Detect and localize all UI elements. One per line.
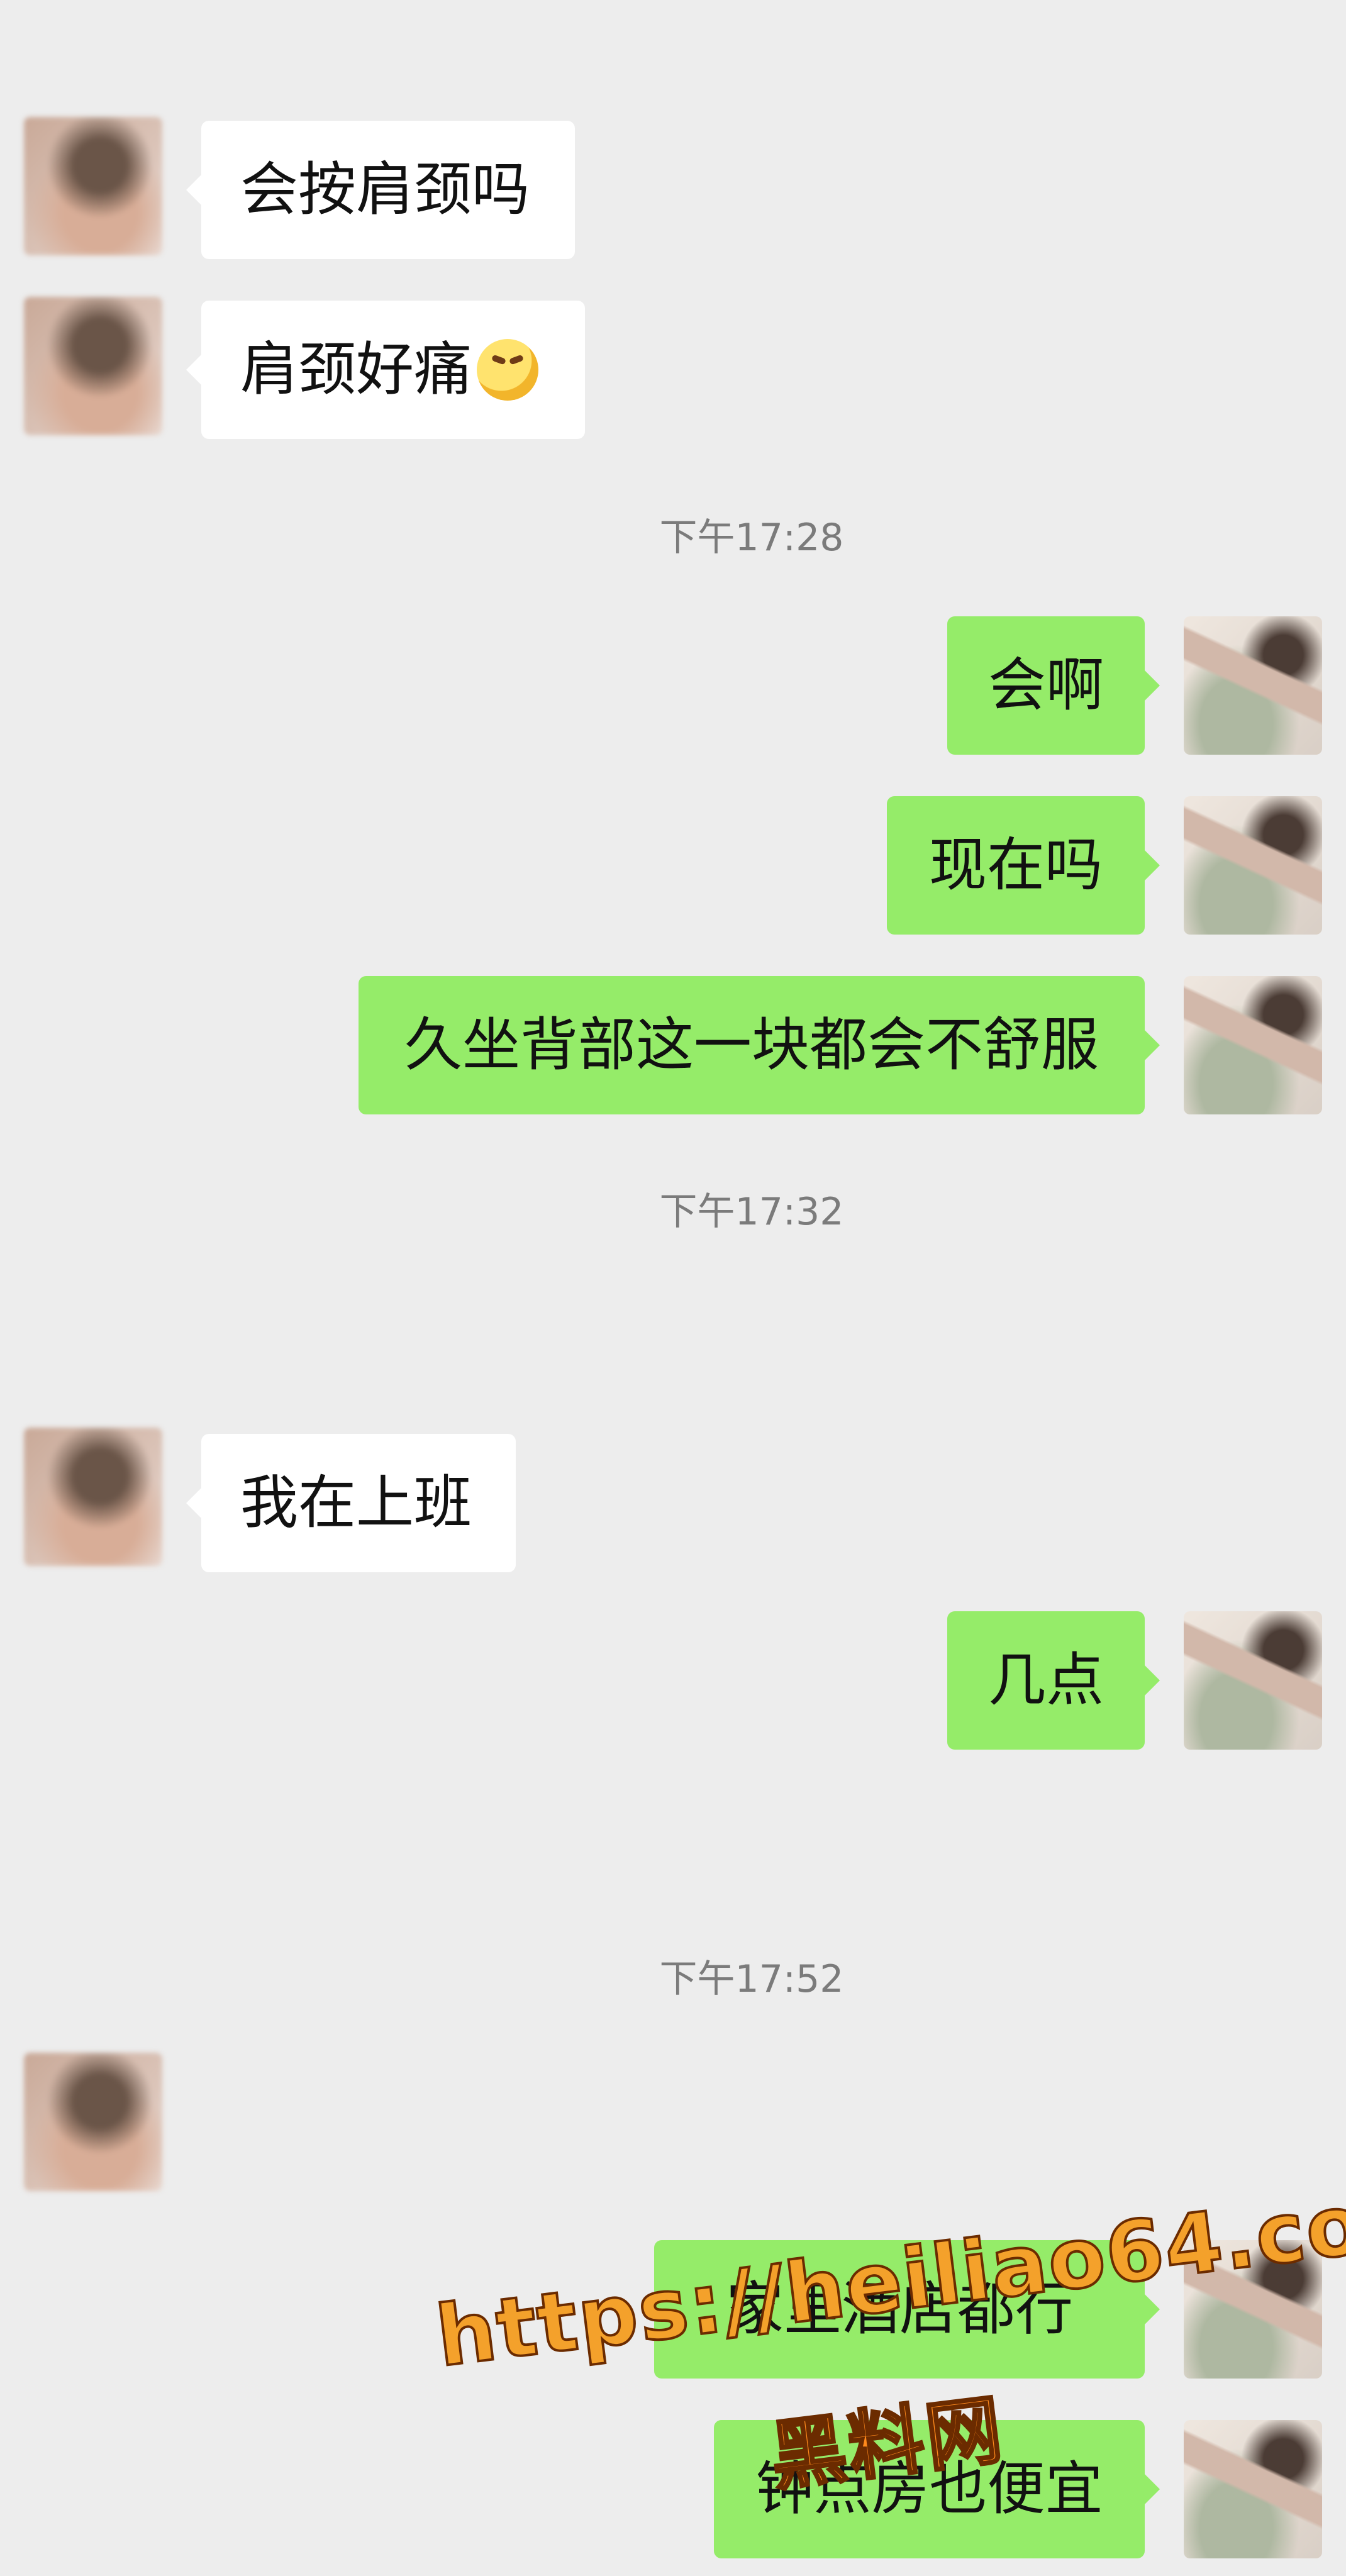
user-avatar[interactable] [1184, 616, 1322, 755]
timestamp: 下午17:52 [659, 1957, 844, 2001]
outgoing-message-bubble[interactable]: 现在吗 [887, 796, 1160, 935]
incoming-message-bubble[interactable]: 肩颈好痛 [186, 301, 585, 439]
outgoing-message-bubble[interactable]: 久坐背部这一块都会不舒服 [359, 976, 1160, 1114]
user-avatar[interactable] [1184, 2420, 1322, 2558]
message-text: 我在上班 [240, 1469, 472, 1536]
message-text: 肩颈好痛 [240, 336, 472, 403]
timestamp: 下午17:32 [659, 1190, 844, 1234]
outgoing-message-bubble[interactable]: 几点 [947, 1611, 1160, 1750]
user-avatar[interactable] [1184, 1611, 1322, 1750]
message-text: 几点 [987, 1646, 1104, 1714]
user-avatar[interactable] [1184, 976, 1322, 1114]
contact-avatar[interactable] [24, 117, 162, 255]
message-text: 现在吗 [928, 831, 1103, 899]
contact-avatar[interactable] [24, 2053, 162, 2191]
incoming-message-bubble[interactable]: 我在上班 [186, 1434, 516, 1572]
timestamp: 下午17:28 [659, 516, 844, 560]
contact-avatar[interactable] [24, 1428, 162, 1566]
crying-laughing-emoji-icon [477, 339, 539, 401]
message-text: 久坐背部这一块都会不舒服 [404, 1011, 1099, 1079]
user-avatar[interactable] [1184, 796, 1322, 935]
chat-area[interactable]: 会按肩颈吗 肩颈好痛 下午17:28 会啊 现在吗 久坐背部这一块都会不舒服 下… [0, 0, 1346, 2576]
contact-avatar[interactable] [24, 297, 162, 435]
outgoing-message-bubble[interactable]: 会啊 [947, 616, 1160, 755]
message-text: 会按肩颈吗 [240, 156, 530, 223]
message-text: 会啊 [987, 652, 1104, 719]
incoming-message-bubble[interactable]: 会按肩颈吗 [186, 121, 575, 259]
